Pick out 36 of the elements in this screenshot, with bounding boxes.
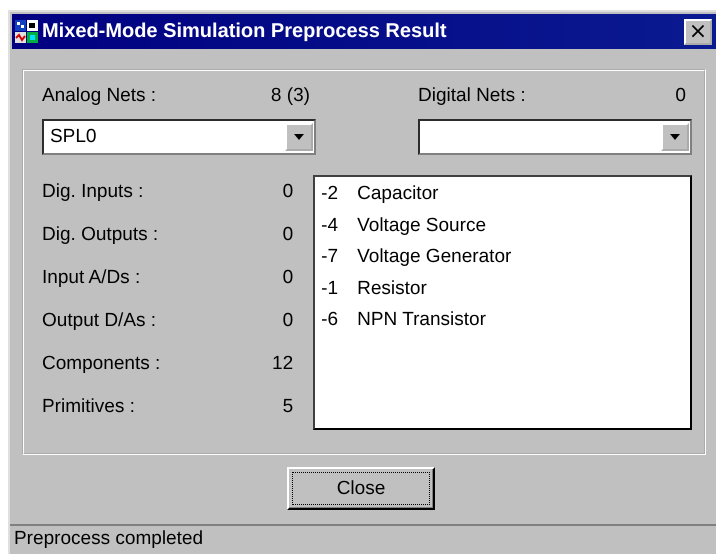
stat-value: 5: [282, 396, 294, 419]
net-dropdown[interactable]: [418, 119, 692, 155]
field-value: 0: [675, 85, 686, 107]
stat-label: Dig. Outputs :: [42, 224, 158, 247]
field-value: 8 (3): [270, 85, 310, 107]
stat-value: 0: [282, 310, 294, 333]
stat-label: Primitives :: [42, 396, 135, 419]
status-bar: Preprocess completed: [10, 524, 716, 553]
stat-label: Dig. Inputs :: [42, 181, 144, 204]
stat-label: Output D/As :: [42, 310, 156, 333]
component-count: -6: [321, 309, 340, 332]
window-title: Mixed-Mode Simulation Preprocess Result: [42, 20, 448, 43]
component-name: Resistor: [357, 278, 427, 300]
app-icon: [15, 20, 39, 44]
stat-value: 0: [282, 224, 294, 247]
component-name: Capacitor: [357, 183, 438, 206]
stat-value: 0: [282, 267, 294, 290]
component-count: -1: [321, 278, 340, 300]
dropdown-arrow-icon[interactable]: [670, 134, 680, 140]
component-name: NPN Transistor: [357, 309, 486, 332]
net-dropdown[interactable]: SPL0: [42, 119, 316, 155]
component-list[interactable]: -2 Capacitor -4 Voltage Source -7 Voltage Generator -1 Resistor -6 NPN Transistor: [313, 175, 692, 430]
component-count: -4: [321, 214, 340, 238]
field-label: Digital Nets :: [418, 85, 526, 107]
stat-label: Input A/Ds :: [42, 267, 140, 290]
component-count: -7: [321, 246, 340, 269]
close-button[interactable]: Close: [287, 467, 435, 510]
component-name: Voltage Source: [357, 214, 486, 238]
component-count: -2: [321, 183, 340, 206]
close-button[interactable]: ×: [684, 18, 712, 44]
dropdown-arrow-icon[interactable]: [294, 134, 304, 140]
component-name: Voltage Generator: [357, 246, 512, 269]
stat-value: 0: [282, 181, 294, 204]
stat-label: Components :: [42, 353, 160, 376]
stat-value: 12: [272, 353, 294, 376]
field-label: Analog Nets :: [42, 85, 156, 107]
